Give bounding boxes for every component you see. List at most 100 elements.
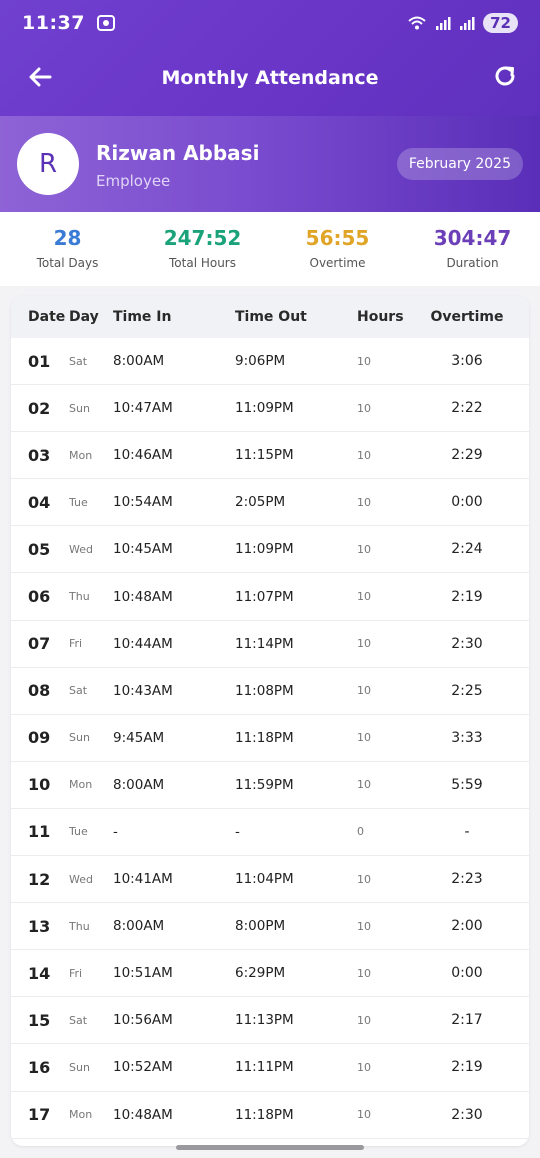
cell-day: Wed (69, 542, 93, 556)
table-row[interactable]: 17 Mon 10:48AM 11:18PM 10 2:30 (11, 1092, 529, 1139)
stat-value: 304:47 (433, 226, 512, 250)
table-row[interactable]: 09 Sun 9:45AM 11:18PM 10 3:33 (11, 715, 529, 762)
cell-time-out: 11:59PM (235, 776, 294, 793)
table-row[interactable]: 03 Mon 10:46AM 11:15PM 10 2:29 (11, 432, 529, 480)
table-row[interactable]: 12 Wed 10:41AM 11:04PM 10 2:23 (11, 856, 529, 904)
cell-time-in: 10:51AM (113, 965, 173, 982)
cell-day: Mon (69, 448, 93, 462)
stat-label: Duration (446, 256, 499, 270)
cell-hours: 0 (357, 825, 364, 839)
table-row[interactable]: 10 Mon 8:00AM 11:59PM 10 5:59 (11, 762, 529, 809)
employee-role: Employee (96, 172, 171, 190)
cell-time-out: 8:00PM (235, 918, 286, 935)
cell-day: Sun (69, 401, 90, 415)
cell-time-out: 11:11PM (235, 1059, 294, 1076)
stat-label: Overtime (309, 256, 366, 270)
cell-day: Fri (69, 637, 83, 651)
cell-date: 11 (28, 822, 51, 842)
page-title: Monthly Attendance (161, 67, 379, 89)
cell-hours: 10 (357, 966, 371, 980)
cell-overtime: 0:00 (451, 965, 483, 982)
status-bar: 11:37 72 (22, 10, 518, 36)
cell-day: Thu (69, 919, 90, 933)
cell-time-in: 8:00AM (113, 353, 165, 370)
stat-value: 56:55 (305, 226, 370, 250)
cell-hours: 10 (357, 1013, 371, 1027)
table-row[interactable]: 07 Fri 10:44AM 11:14PM 10 2:30 (11, 621, 529, 668)
wifi-icon (408, 16, 426, 30)
cell-time-out: 11:18PM (235, 729, 294, 746)
cell-date: 07 (28, 634, 51, 654)
header-overtime: Overtime (430, 309, 504, 325)
cell-time-in: 10:52AM (113, 1059, 173, 1076)
cell-hours: 10 (357, 542, 371, 556)
status-time: 11:37 (22, 12, 85, 34)
cell-day: Sat (69, 1013, 88, 1027)
summary-stats: 28 Total Days 247:52 Total Hours 56:55 O… (0, 212, 540, 286)
cell-date: 05 (28, 539, 51, 559)
gesture-bar[interactable] (176, 1145, 364, 1150)
stat-value: 247:52 (163, 226, 242, 250)
table-row[interactable]: 16 Sun 10:52AM 11:11PM 10 2:19 (11, 1044, 529, 1092)
cell-time-in: 10:43AM (113, 682, 173, 699)
cell-overtime: 2:30 (451, 635, 483, 652)
cell-time-in: 10:45AM (113, 541, 173, 558)
cell-overtime: 3:06 (451, 353, 483, 370)
cell-time-in: 8:00AM (113, 918, 165, 935)
back-arrow-icon[interactable] (26, 62, 56, 92)
employee-header: R Rizwan Abbasi Employee February 2025 (0, 116, 540, 212)
cell-date: 12 (28, 869, 51, 889)
stat-overtime: 56:55 Overtime (270, 212, 405, 286)
month-selector[interactable]: February 2025 (396, 148, 523, 180)
cell-hours: 10 (357, 401, 371, 415)
cell-hours: 10 (357, 778, 371, 792)
stat-duration: 304:47 Duration (405, 212, 540, 286)
cell-date: 10 (28, 775, 51, 795)
cell-hours: 10 (357, 1108, 371, 1122)
cell-hours: 10 (357, 872, 371, 886)
table-row[interactable]: 11 Tue - - 0 - (11, 809, 529, 857)
table-row[interactable]: 15 Sat 10:56AM 11:13PM 10 2:17 (11, 997, 529, 1045)
screen-record-icon (96, 15, 115, 31)
cell-hours: 10 (357, 354, 371, 368)
cell-day: Fri (69, 966, 83, 980)
cell-time-in: 8:00AM (113, 776, 165, 793)
table-row[interactable]: 08 Sat 10:43AM 11:08PM 10 2:25 (11, 668, 529, 715)
table-row[interactable]: 01 Sat 8:00AM 9:06PM 10 3:06 (11, 338, 529, 386)
cell-overtime: 0:00 (451, 494, 483, 511)
cell-time-in: 10:56AM (113, 1012, 173, 1029)
cell-hours: 10 (357, 731, 371, 745)
table-row[interactable]: 14 Fri 10:51AM 6:29PM 10 0:00 (11, 950, 529, 998)
cell-overtime: - (464, 823, 470, 840)
cell-date: 15 (28, 1010, 51, 1030)
refresh-icon[interactable] (492, 63, 518, 89)
cell-date: 01 (28, 351, 51, 371)
table-row[interactable]: 05 Wed 10:45AM 11:09PM 10 2:24 (11, 526, 529, 574)
cell-overtime: 2:29 (451, 447, 483, 464)
attendance-table[interactable]: Date Day Time In Time Out Hours Overtime… (11, 296, 529, 1146)
cell-overtime: 2:30 (451, 1106, 483, 1123)
cell-day: Mon (69, 778, 93, 792)
header-day: Day (69, 309, 99, 325)
cell-time-out: - (235, 823, 240, 840)
cell-time-out: 11:14PM (235, 635, 294, 652)
cell-time-in: 10:48AM (113, 1106, 173, 1123)
status-indicators: 72 (407, 13, 518, 33)
cell-date: 17 (28, 1105, 51, 1125)
cell-day: Thu (69, 590, 90, 604)
table-row[interactable]: 04 Tue 10:54AM 2:05PM 10 0:00 (11, 479, 529, 527)
cell-time-out: 11:09PM (235, 400, 294, 417)
stat-label: Total Days (36, 256, 99, 270)
cell-day: Sun (69, 1060, 90, 1074)
table-row[interactable]: 06 Thu 10:48AM 11:07PM 10 2:19 (11, 573, 529, 621)
cell-time-out: 11:15PM (235, 447, 294, 464)
table-row[interactable]: 02 Sun 10:47AM 11:09PM 10 2:22 (11, 385, 529, 433)
cell-day: Wed (69, 872, 93, 886)
cell-time-out: 11:08PM (235, 682, 294, 699)
cell-overtime: 2:24 (451, 541, 483, 558)
stat-total-hours: 247:52 Total Hours (135, 212, 270, 286)
table-row[interactable]: 13 Thu 8:00AM 8:00PM 10 2:00 (11, 903, 529, 951)
cell-time-in: 10:47AM (113, 400, 173, 417)
table-body: 01 Sat 8:00AM 9:06PM 10 3:06 02 Sun 10:47AM 11:09… (11, 338, 529, 1139)
cell-overtime: 2:17 (451, 1012, 483, 1029)
